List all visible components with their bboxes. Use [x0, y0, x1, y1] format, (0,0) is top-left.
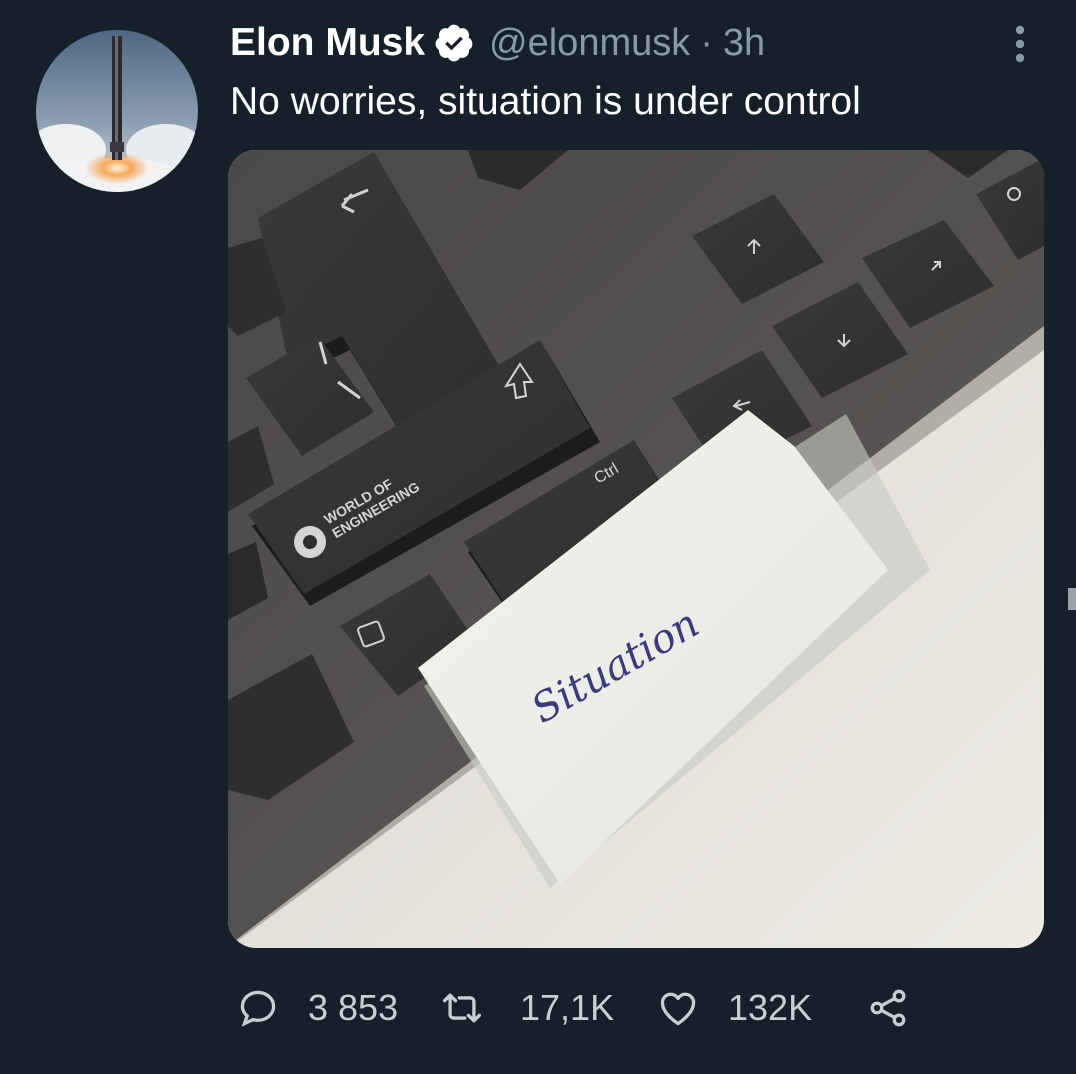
keyboard-photo: WORLD OF ENGINEERING Ctrl Situation — [228, 150, 1044, 948]
avatar-image — [36, 30, 198, 192]
author-name[interactable]: Elon Musk — [230, 21, 425, 65]
tweet-actions: 3 853 17,1K 132K — [0, 980, 1076, 1036]
retweet-icon — [442, 993, 482, 1023]
avatar[interactable] — [36, 30, 198, 192]
scrollbar-thumb[interactable] — [1068, 588, 1076, 610]
reply-button[interactable]: 3 853 — [236, 980, 398, 1036]
like-button[interactable]: 132K — [656, 980, 812, 1036]
tweet-time[interactable]: 3h — [723, 22, 765, 65]
verified-badge-icon — [435, 24, 473, 62]
share-icon — [870, 989, 906, 1027]
more-vertical-icon[interactable] — [1004, 24, 1036, 64]
tweet-header: Elon Musk @elonmusk · 3h — [230, 20, 765, 66]
author-handle[interactable]: @elonmusk — [489, 22, 690, 65]
like-count: 132K — [728, 987, 813, 1028]
retweet-button[interactable]: 17,1K — [440, 980, 614, 1036]
reply-icon — [240, 990, 276, 1027]
separator-dot: · — [700, 21, 713, 64]
share-button[interactable] — [866, 980, 910, 1036]
retweet-count: 17,1K — [520, 987, 615, 1028]
tweet-media[interactable]: WORLD OF ENGINEERING Ctrl Situation — [228, 150, 1044, 948]
reply-count: 3 853 — [308, 987, 399, 1028]
heart-icon — [660, 992, 696, 1026]
tweet-text: No worries, situation is under control — [230, 80, 861, 123]
